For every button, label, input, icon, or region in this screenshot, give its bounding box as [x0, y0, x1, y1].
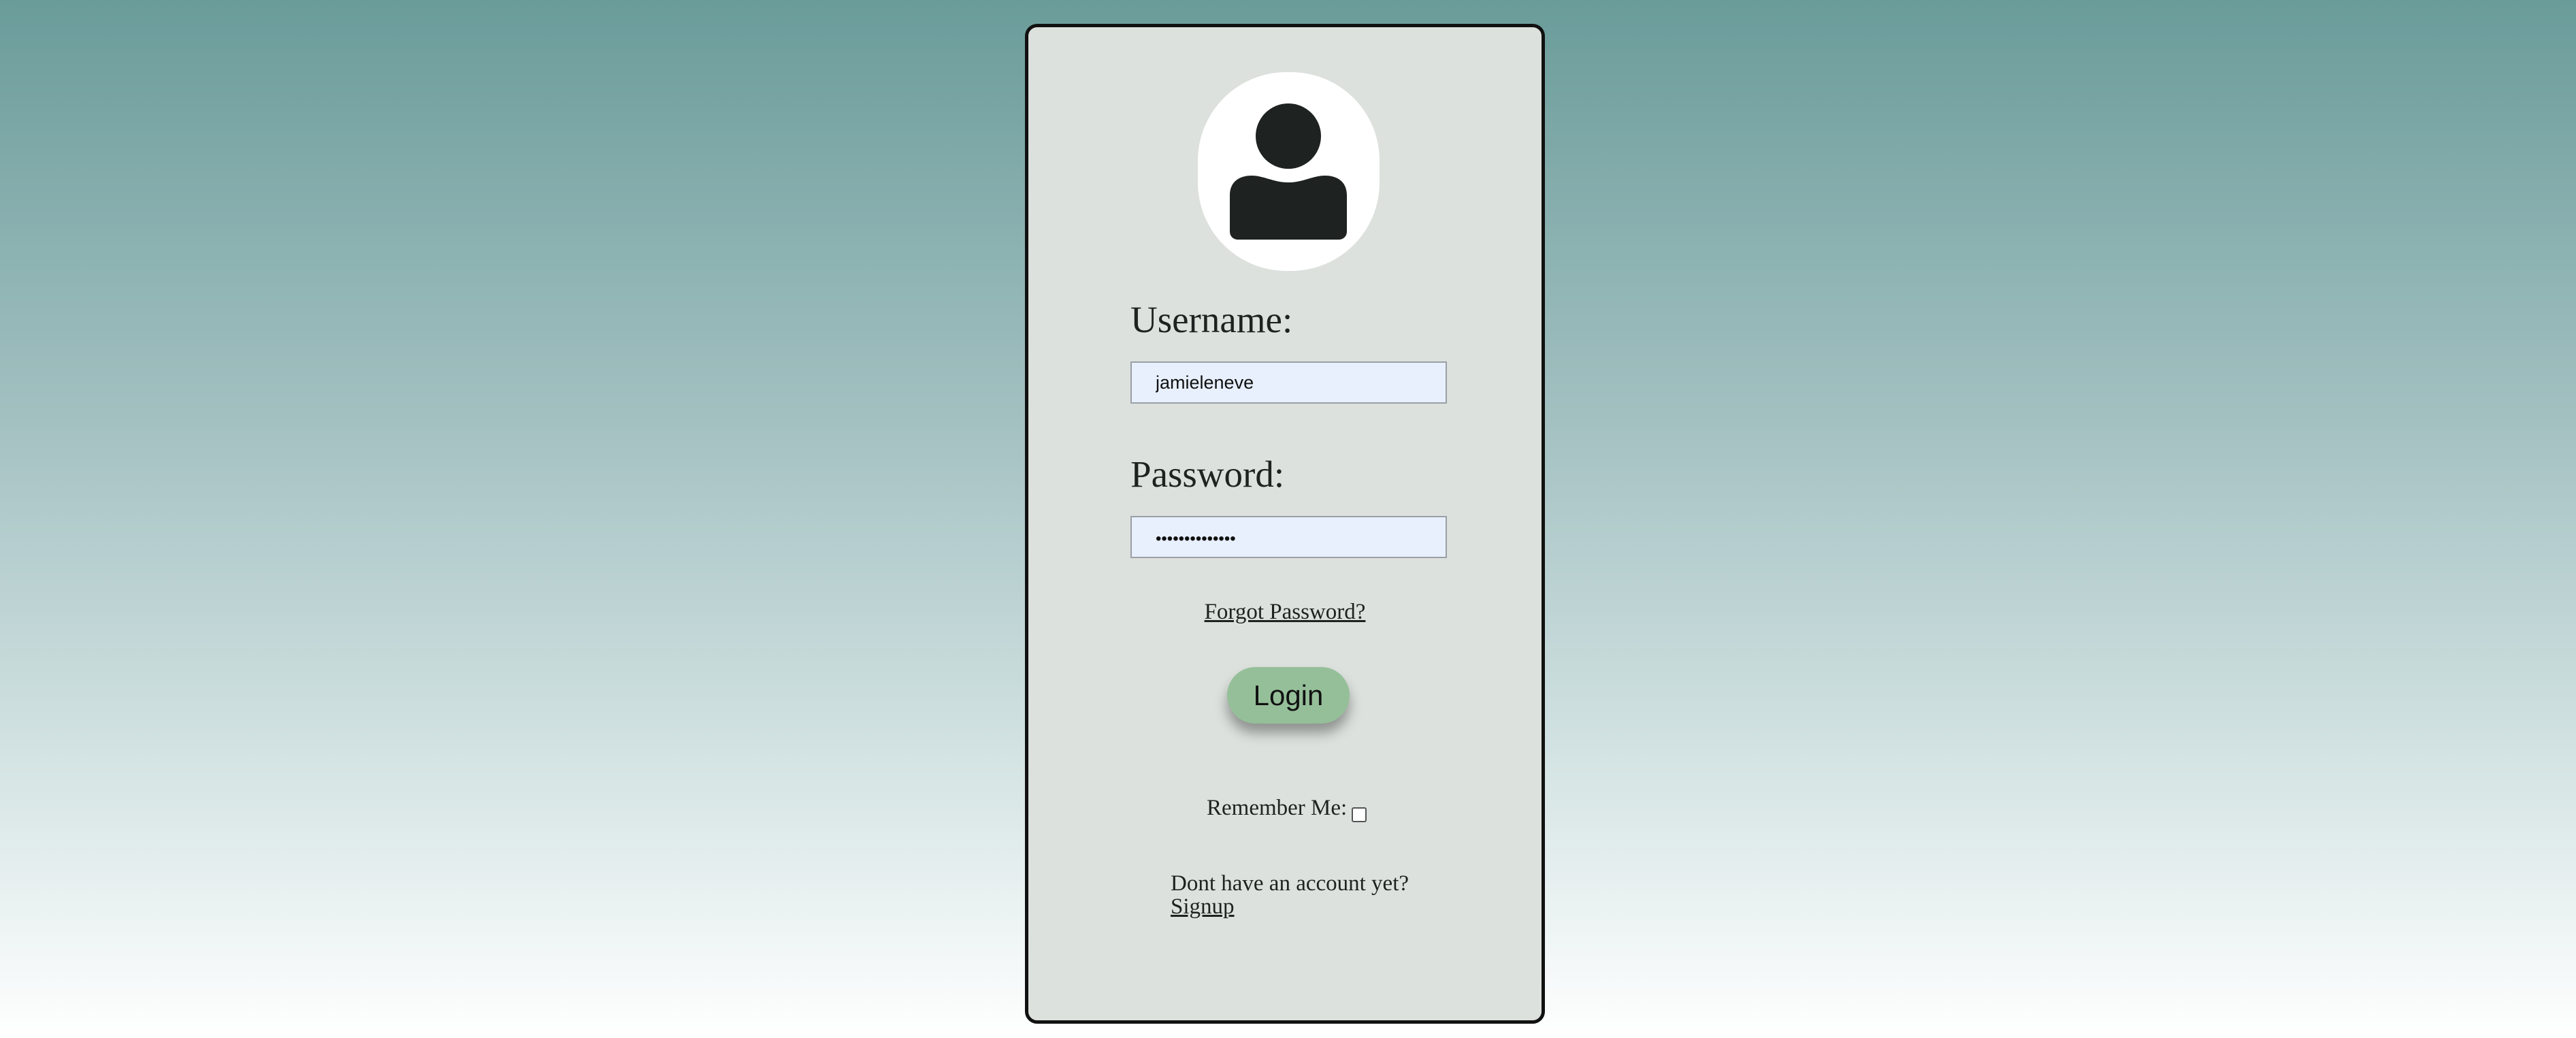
remember-me-checkbox[interactable] [1352, 807, 1367, 822]
login-card: Username: Password: •••••••••••••• Forgo… [1025, 24, 1545, 1024]
user-icon [1230, 103, 1347, 240]
remember-me-label: Remember Me: [1207, 796, 1348, 820]
password-masked-value: •••••••••••••• [1156, 530, 1236, 548]
login-button[interactable]: Login [1227, 667, 1350, 724]
avatar [1198, 72, 1380, 271]
forgot-password-link[interactable]: Forgot Password? [1028, 600, 1542, 625]
signup-link[interactable]: Signup [1171, 896, 1235, 918]
username-label: Username: [1130, 299, 1293, 340]
password-label: Password: [1130, 453, 1285, 495]
username-input[interactable] [1130, 361, 1447, 404]
signup-prompt: Dont have an account yet? [1171, 871, 1409, 896]
